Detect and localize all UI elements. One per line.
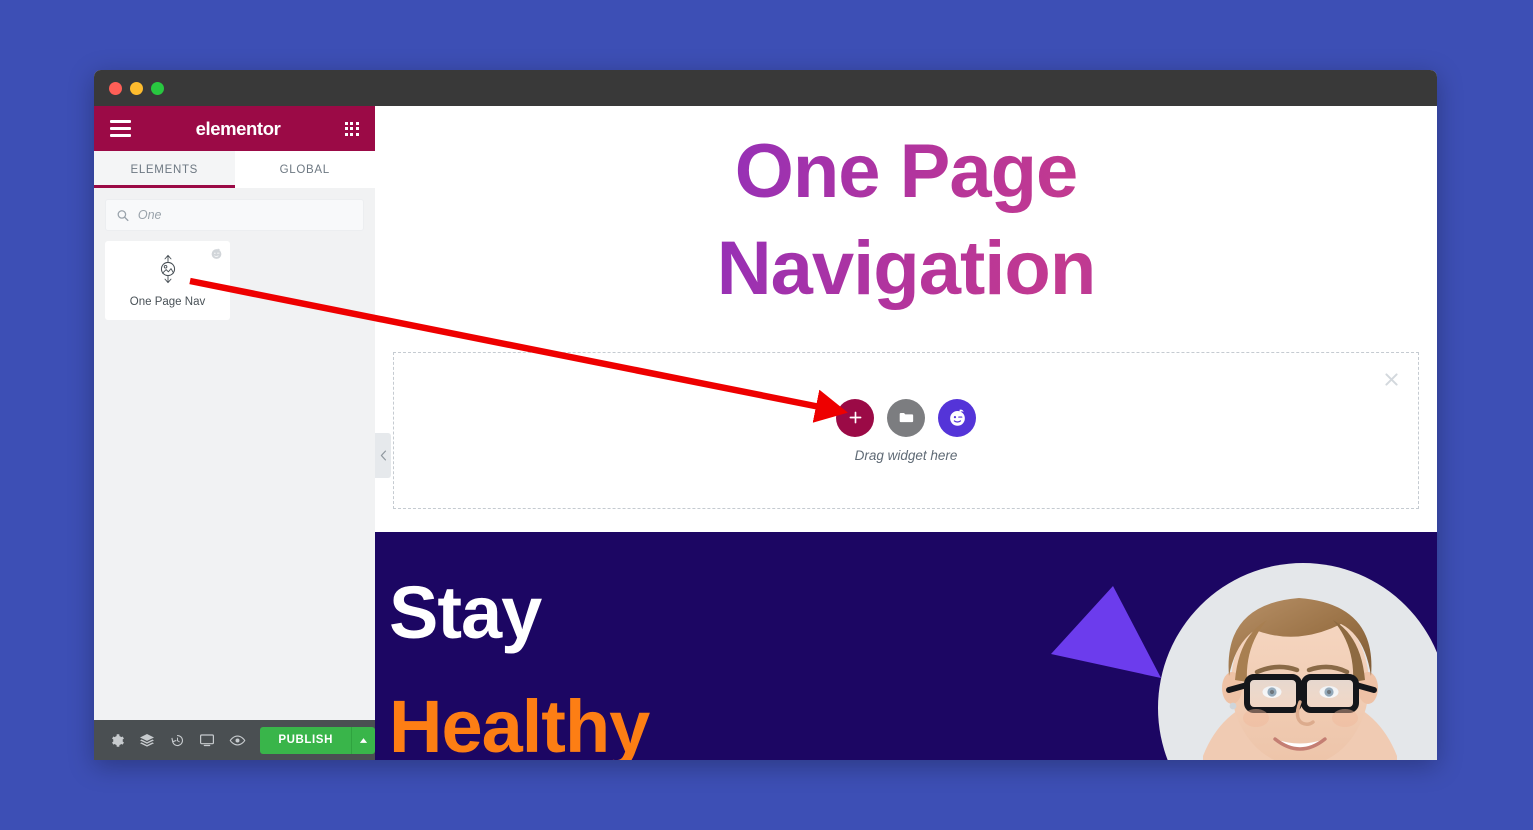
hero-heading-line-2: Navigation — [716, 225, 1096, 311]
eye-icon — [229, 735, 246, 745]
window-minimize-button[interactable] — [130, 81, 143, 95]
widget-list: One Page Nav — [94, 231, 375, 330]
happy-face-icon — [949, 409, 965, 426]
add-template-button[interactable] — [887, 398, 925, 437]
happy-addons-badge-icon — [210, 247, 223, 265]
window-maximize-button[interactable] — [151, 81, 164, 95]
settings-button[interactable] — [102, 720, 132, 760]
chevron-left-icon — [380, 450, 386, 461]
elementor-editor-panel: elementor ELEMENTS GLOBAL One One Page N… — [94, 106, 391, 760]
search-icon — [117, 209, 129, 221]
empty-section-dropzone[interactable]: Drag widget here — [393, 352, 1419, 510]
hero-heading-line-1: One Page — [734, 129, 1078, 214]
purple-triangle-accent — [1051, 586, 1161, 678]
band-photo-container — [1043, 556, 1437, 760]
window-close-button[interactable] — [109, 81, 122, 95]
navigator-button[interactable] — [132, 720, 162, 760]
panel-collapse-toggle[interactable] — [375, 433, 391, 478]
panel-header: elementor — [94, 106, 375, 151]
close-section-button[interactable] — [1383, 371, 1400, 393]
happy-addons-templates-button[interactable] — [938, 398, 976, 437]
gear-icon — [111, 733, 124, 747]
widget-card-one-page-nav[interactable]: One Page Nav — [105, 241, 230, 320]
tab-global-label: GLOBAL — [279, 163, 330, 176]
caret-up-icon — [359, 737, 368, 743]
publish-options-button[interactable] — [351, 726, 375, 754]
panel-empty-area — [94, 330, 375, 720]
responsive-mode-button[interactable] — [192, 720, 222, 760]
panel-tabs: ELEMENTS GLOBAL — [94, 151, 375, 188]
preview-section-stay-healthy: Stay Healthy — [375, 532, 1437, 760]
page-preview-canvas: One Page Navigation Drag widget here Sta… — [375, 106, 1437, 760]
window-titlebar — [94, 70, 1437, 106]
window-content: elementor ELEMENTS GLOBAL One One Page N… — [94, 106, 1437, 760]
hero-heading: One Page Navigation — [375, 106, 1437, 317]
close-x-icon — [1385, 373, 1398, 386]
desktop-monitor-icon — [200, 734, 215, 747]
panel-search-container — [94, 188, 375, 231]
woman-with-glasses-portrait — [1051, 563, 1437, 760]
hamburger-menu-icon[interactable] — [110, 120, 131, 137]
search-input[interactable] — [137, 208, 352, 222]
elementor-logo: elementor — [195, 117, 281, 139]
one-page-nav-icon — [155, 254, 181, 289]
tab-elements[interactable]: ELEMENTS — [94, 151, 235, 188]
search-box[interactable] — [105, 199, 364, 231]
band-title-line-1: Stay — [389, 571, 542, 654]
folder-icon — [899, 412, 913, 423]
widget-card-label: One Page Nav — [129, 295, 206, 308]
band-title-line-2: Healthy — [389, 685, 650, 760]
section-action-buttons — [836, 398, 976, 437]
add-new-section-button[interactable] — [836, 398, 874, 437]
preview-changes-button[interactable] — [222, 720, 252, 760]
publish-group: PUBLISH — [260, 726, 375, 754]
panel-footer-toolbar: PUBLISH — [94, 720, 375, 760]
history-button[interactable] — [162, 720, 192, 760]
plus-icon — [849, 411, 861, 424]
publish-button[interactable]: PUBLISH — [260, 726, 351, 754]
tab-global[interactable]: GLOBAL — [234, 151, 375, 188]
history-clock-icon — [171, 734, 183, 746]
layers-icon — [140, 734, 155, 747]
apps-grid-icon[interactable] — [344, 121, 359, 136]
drop-hint-text: Drag widget here — [854, 447, 958, 463]
tab-elements-label: ELEMENTS — [130, 163, 199, 176]
browser-window: elementor ELEMENTS GLOBAL One One Page N… — [94, 70, 1437, 760]
